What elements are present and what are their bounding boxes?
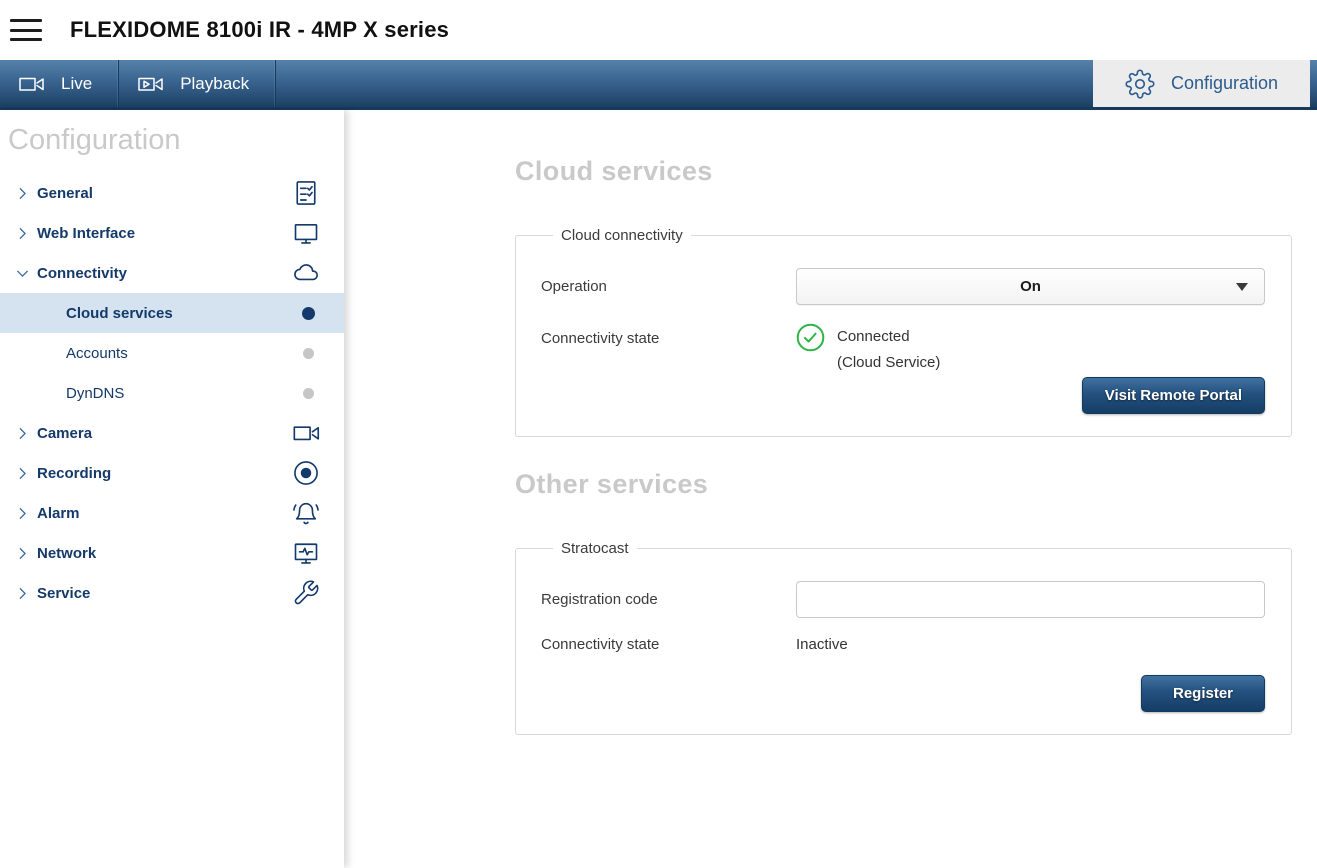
sidebar-item-label: General [37, 185, 93, 202]
sidebar-item-label: Recording [37, 465, 111, 482]
network-monitor-icon [292, 539, 320, 567]
sidebar-item-label: Web Interface [37, 225, 135, 242]
stratocast-connectivity-state-label: Connectivity state [541, 636, 796, 653]
camera-icon [292, 419, 320, 447]
bell-icon [292, 499, 320, 527]
sidebar-item-recording[interactable]: Recording [0, 453, 344, 493]
sidebar-item-dyndns[interactable]: DynDNS [0, 373, 344, 413]
inactive-page-dot [303, 388, 314, 399]
sidebar-item-label: Service [37, 585, 90, 602]
device-title: FLEXIDOME 8100i IR - 4MP X series [70, 17, 449, 43]
sidebar-item-web-interface[interactable]: Web Interface [0, 213, 344, 253]
green-check-icon [796, 323, 825, 352]
stratocast-group: Stratocast Registration code Connectivit… [515, 540, 1292, 735]
sidebar-item-accounts[interactable]: Accounts [0, 333, 344, 373]
configuration-sidebar: Configuration General Web Interface [0, 110, 344, 868]
sidebar-item-camera[interactable]: Camera [0, 413, 344, 453]
cloud-connectivity-group: Cloud connectivity Operation On Connecti… [515, 227, 1292, 437]
wrench-icon [292, 579, 320, 607]
sidebar-title: Configuration [8, 124, 344, 157]
chevron-right-icon [14, 545, 31, 562]
connectivity-status: Connected (Cloud Service) [796, 323, 940, 371]
main-nav: Live Playback Configuration [0, 60, 1317, 110]
cloud-services-heading: Cloud services [515, 156, 1292, 187]
chevron-right-icon [14, 185, 31, 202]
cloud-connectivity-legend: Cloud connectivity [553, 227, 691, 244]
tab-live-label: Live [61, 74, 92, 94]
operation-select[interactable]: On [796, 268, 1265, 305]
sidebar-item-label: Network [37, 545, 96, 562]
tab-playback[interactable]: Playback [119, 60, 276, 107]
connectivity-state-detail: (Cloud Service) [837, 354, 940, 371]
connectivity-state-value: Connected [837, 328, 940, 345]
registration-code-input[interactable] [796, 581, 1265, 618]
registration-code-label: Registration code [541, 591, 796, 608]
tab-configuration[interactable]: Configuration [1093, 60, 1310, 107]
main-content: Cloud services Cloud connectivity Operat… [344, 110, 1317, 868]
connectivity-state-label: Connectivity state [541, 323, 796, 347]
sidebar-item-label: Cloud services [66, 305, 173, 322]
operation-label: Operation [541, 278, 796, 295]
register-button[interactable]: Register [1141, 675, 1265, 712]
tab-playback-label: Playback [180, 74, 249, 94]
active-page-dot [302, 307, 315, 320]
operation-selected-value: On [1020, 278, 1041, 295]
hamburger-menu-icon[interactable] [10, 18, 44, 42]
chevron-down-icon [14, 265, 31, 282]
record-icon [292, 459, 320, 487]
sidebar-item-label: Camera [37, 425, 92, 442]
chevron-right-icon [14, 425, 31, 442]
chevron-right-icon [14, 585, 31, 602]
gear-icon [1125, 69, 1155, 99]
page: FLEXIDOME 8100i IR - 4MP X series Live P… [0, 0, 1317, 868]
sidebar-item-service[interactable]: Service [0, 573, 344, 613]
sidebar-item-label: Accounts [66, 345, 128, 362]
tab-configuration-label: Configuration [1171, 73, 1278, 94]
checklist-icon [292, 179, 320, 207]
cloud-icon [292, 259, 320, 287]
sidebar-item-connectivity[interactable]: Connectivity [0, 253, 344, 293]
chevron-right-icon [14, 505, 31, 522]
playback-camera-icon [137, 73, 165, 95]
sidebar-item-general[interactable]: General [0, 173, 344, 213]
sidebar-item-alarm[interactable]: Alarm [0, 493, 344, 533]
sidebar-item-cloud-services[interactable]: Cloud services [0, 293, 344, 333]
sidebar-item-network[interactable]: Network [0, 533, 344, 573]
tab-live[interactable]: Live [0, 60, 119, 107]
other-services-heading: Other services [515, 469, 1292, 500]
stratocast-legend: Stratocast [553, 540, 637, 557]
video-camera-icon [18, 73, 46, 95]
visit-remote-portal-button[interactable]: Visit Remote Portal [1082, 377, 1265, 414]
dropdown-arrow-icon [1236, 283, 1248, 291]
monitor-icon [292, 219, 320, 247]
chevron-right-icon [14, 225, 31, 242]
chevron-right-icon [14, 465, 31, 482]
sidebar-item-label: Connectivity [37, 265, 127, 282]
sidebar-item-label: Alarm [37, 505, 80, 522]
sidebar-item-label: DynDNS [66, 385, 124, 402]
inactive-page-dot [303, 348, 314, 359]
app-header: FLEXIDOME 8100i IR - 4MP X series [0, 0, 1317, 60]
stratocast-connectivity-state-value: Inactive [796, 636, 848, 653]
